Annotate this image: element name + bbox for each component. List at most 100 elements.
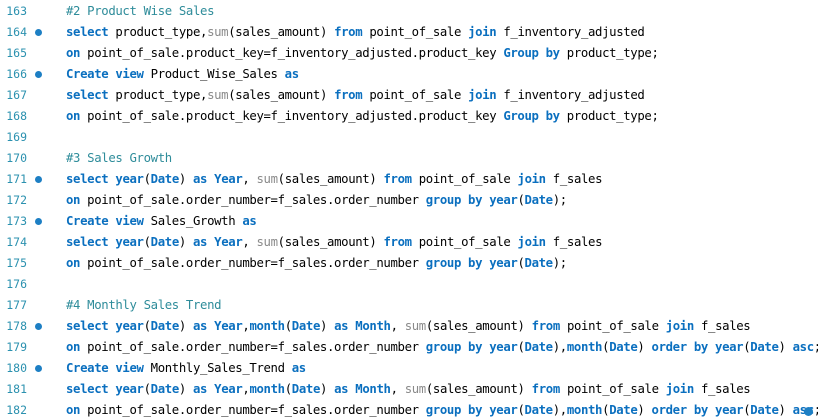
sql-keyword: Group by [503, 46, 560, 60]
sql-keyword: as [334, 382, 349, 396]
code-text[interactable]: on point_of_sale.order_number=f_sales.or… [66, 253, 567, 274]
sql-keyword: select [66, 235, 109, 249]
code-line[interactable]: 177 #4 Monthly Sales Trend [0, 295, 818, 316]
code-text[interactable]: on point_of_sale.order_number=f_sales.or… [66, 190, 567, 211]
sql-text: product_type; [559, 46, 659, 60]
code-line[interactable]: 173 Create view Sales_Growth as [0, 211, 818, 232]
code-line[interactable]: 174 select year(Date) as Year, sum(sales_… [0, 232, 818, 253]
sql-text: ) [637, 403, 652, 417]
sql-keyword: Year [214, 235, 243, 249]
code-text[interactable]: Create view Product_Wise_Sales as [66, 64, 299, 85]
code-line[interactable]: 176 [0, 274, 818, 295]
statement-marker-icon[interactable] [35, 29, 42, 36]
scroll-indicator-icon[interactable] [804, 407, 813, 416]
sql-text: point_of_sale.order_number=f_sales.order… [80, 340, 426, 354]
code-text[interactable]: select product_type,sum(sales_amount) fr… [66, 22, 645, 43]
sql-keyword: Date [291, 319, 321, 333]
code-text[interactable]: select product_type,sum(sales_amount) fr… [66, 85, 645, 106]
code-line[interactable]: 172 on point_of_sale.order_number=f_sales… [0, 190, 818, 211]
code-line[interactable]: 178 select year(Date) as Year,month(Date)… [0, 316, 818, 337]
sql-text: f_sales [545, 172, 603, 186]
sql-comment: #4 Monthly Sales Trend [66, 298, 222, 312]
sql-text: point_of_sale [362, 88, 469, 102]
code-text[interactable]: on point_of_sale.order_number=f_sales.or… [66, 400, 818, 420]
line-number: 172 [6, 193, 27, 207]
code-line[interactable]: 182 on point_of_sale.order_number=f_sales… [0, 400, 818, 420]
sql-keyword: from [334, 88, 363, 102]
sql-text: point_of_sale.product_key=f_inventory_ad… [80, 46, 504, 60]
sql-keyword: group by [425, 403, 483, 417]
sql-text: product_type, [108, 88, 208, 102]
sql-code-editor[interactable]: 163 #2 Product Wise Sales 164 select produc… [0, 0, 818, 420]
sql-text: (sales_amount) [228, 25, 335, 39]
code-line[interactable]: 167 select product_type,sum(sales_amount)… [0, 85, 818, 106]
sql-keyword: as [291, 361, 306, 375]
code-line[interactable]: 164 select product_type,sum(sales_amount)… [0, 22, 818, 43]
sql-text: ( [517, 340, 525, 354]
sql-text: ( [517, 403, 525, 417]
sql-keyword: Date [609, 403, 638, 417]
code-text[interactable]: #4 Monthly Sales Trend [66, 295, 222, 316]
code-text[interactable]: Create view Monthly_Sales_Trend as [66, 358, 306, 379]
sql-text: ) [320, 319, 335, 333]
statement-marker-icon[interactable] [35, 71, 42, 78]
code-line[interactable]: 170 #3 Sales Growth [0, 148, 818, 169]
sql-keyword: as [193, 235, 208, 249]
code-line[interactable]: 181 select year(Date) as Year,month(Date)… [0, 379, 818, 400]
code-line[interactable]: 171 select year(Date) as Year, sum(sales_… [0, 169, 818, 190]
sql-keyword: from [531, 382, 561, 396]
code-text[interactable]: select year(Date) as Year,month(Date) as… [66, 316, 751, 337]
statement-marker-icon[interactable] [35, 323, 42, 330]
sql-keyword: Year [214, 319, 243, 333]
code-line[interactable]: 180 Create view Monthly_Sales_Trend as [0, 358, 818, 379]
sql-keyword: year [715, 403, 744, 417]
statement-marker-icon[interactable] [35, 176, 42, 183]
code-text[interactable]: on point_of_sale.product_key=f_inventory… [66, 43, 659, 64]
code-line[interactable]: 175 on point_of_sale.order_number=f_sales… [0, 253, 818, 274]
sql-keyword: year [115, 382, 144, 396]
sql-keyword: join [517, 172, 547, 186]
sql-keyword: join [468, 88, 497, 102]
line-number: 165 [6, 46, 27, 60]
sql-text: point_of_sale.order_number=f_sales.order… [80, 256, 426, 270]
sql-comment: #3 Sales Growth [66, 151, 172, 165]
line-number: 181 [6, 382, 27, 396]
statement-marker-icon[interactable] [35, 218, 42, 225]
sql-text: ) [778, 340, 793, 354]
line-number: 174 [6, 235, 27, 249]
sql-function: sum [207, 25, 229, 39]
line-number: 168 [6, 109, 27, 123]
code-text[interactable]: #2 Product Wise Sales [66, 1, 214, 22]
code-line[interactable]: 169 [0, 127, 818, 148]
sql-function: sum [256, 172, 279, 186]
sql-keyword: join [665, 319, 695, 333]
code-text[interactable]: #3 Sales Growth [66, 148, 172, 169]
sql-keyword: on [66, 340, 81, 354]
statement-marker-icon[interactable] [35, 365, 42, 372]
sql-keyword: from [383, 172, 412, 186]
code-text[interactable]: select year(Date) as Year, sum(sales_amo… [66, 232, 603, 253]
code-line[interactable]: 166 Create view Product_Wise_Sales as [0, 64, 818, 85]
sql-text: ( [284, 319, 292, 333]
sql-keyword: on [66, 256, 81, 270]
code-text[interactable]: Create view Sales_Growth as [66, 211, 257, 232]
sql-keyword: as [193, 172, 208, 186]
sql-keyword: select [66, 382, 109, 396]
code-line[interactable]: 165 on point_of_sale.product_key=f_invent… [0, 43, 818, 64]
code-line[interactable]: 168 on point_of_sale.product_key=f_invent… [0, 106, 818, 127]
sql-keyword: Date [524, 256, 554, 270]
code-text[interactable]: on point_of_sale.order_number=f_sales.or… [66, 337, 818, 358]
sql-text: point_of_sale [411, 235, 518, 249]
code-text[interactable]: select year(Date) as Year,month(Date) as… [66, 379, 751, 400]
line-number: 166 [6, 67, 27, 81]
code-text[interactable]: on point_of_sale.product_key=f_inventory… [66, 106, 659, 127]
line-number: 180 [6, 361, 27, 375]
sql-text: ) [178, 319, 193, 333]
sql-keyword: month [249, 382, 285, 396]
code-line[interactable]: 163 #2 Product Wise Sales [0, 1, 818, 22]
code-text[interactable]: select year(Date) as Year, sum(sales_amo… [66, 169, 603, 190]
sql-keyword: Date [150, 319, 180, 333]
sql-text: point_of_sale [559, 319, 666, 333]
code-line[interactable]: 179 on point_of_sale.order_number=f_sales… [0, 337, 818, 358]
